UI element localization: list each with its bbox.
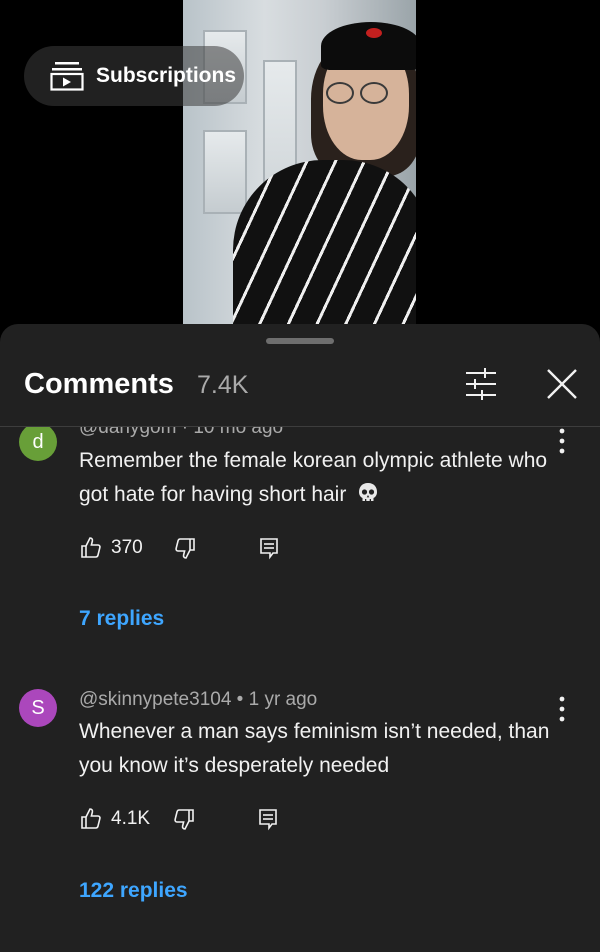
comments-count: 7.4K <box>197 371 249 399</box>
comment-meta: @skinnypete3104 • 1 yr ago <box>79 689 318 710</box>
dislike-icon[interactable] <box>172 807 196 831</box>
cap-logo <box>366 28 382 38</box>
dislike-icon[interactable] <box>173 536 197 560</box>
avatar[interactable]: S <box>19 689 57 727</box>
avatar[interactable]: d <box>19 427 57 461</box>
subscriptions-icon <box>50 62 84 91</box>
sliders-icon[interactable] <box>464 366 498 402</box>
like-icon[interactable] <box>79 807 103 831</box>
comment-text: Remember the female korean olympic athle… <box>79 444 559 512</box>
view-replies-button[interactable]: 122 replies <box>79 879 188 903</box>
comment-body: Whenever a man says feminism isn’t neede… <box>79 720 550 777</box>
avatar-letter: d <box>32 430 44 453</box>
background-window <box>203 130 247 214</box>
comment-item: S @skinnypete3104 • 1 yr ago Whenever a … <box>0 689 600 952</box>
comments-header: Comments 7.4K <box>0 354 600 426</box>
like-count: 370 <box>111 537 143 558</box>
comment-text: Whenever a man says feminism isn’t neede… <box>79 715 559 783</box>
reply-icon[interactable] <box>256 807 280 831</box>
like-count: 4.1K <box>111 808 151 829</box>
comment-body: Remember the female korean olympic athle… <box>79 449 548 506</box>
drag-handle[interactable] <box>266 338 334 344</box>
subscriptions-label: Subscriptions <box>96 64 237 87</box>
video-player[interactable]: Subscriptions <box>0 0 600 330</box>
comment-actions: 4.1K <box>79 804 280 834</box>
avatar-letter: S <box>31 696 45 719</box>
close-icon[interactable] <box>544 366 580 402</box>
comments-title: Comments <box>24 368 174 400</box>
view-replies-button[interactable]: 7 replies <box>79 607 164 631</box>
reply-icon[interactable] <box>257 536 281 560</box>
comment-item: d @danygom · 10 mo ago Remember the fema… <box>0 427 600 667</box>
comment-actions: 370 <box>79 533 281 563</box>
comments-sheet: Comments 7.4K d @danygom · 10 mo ago Rem… <box>0 324 600 952</box>
comments-list: d @danygom · 10 mo ago Remember the fema… <box>0 427 600 952</box>
skull-icon <box>359 483 378 501</box>
comment-meta: @danygom · 10 mo ago <box>79 427 284 438</box>
person-glasses <box>326 82 394 104</box>
person-sweater <box>233 160 416 330</box>
like-icon[interactable] <box>79 536 103 560</box>
subscriptions-button[interactable]: Subscriptions <box>24 46 244 106</box>
